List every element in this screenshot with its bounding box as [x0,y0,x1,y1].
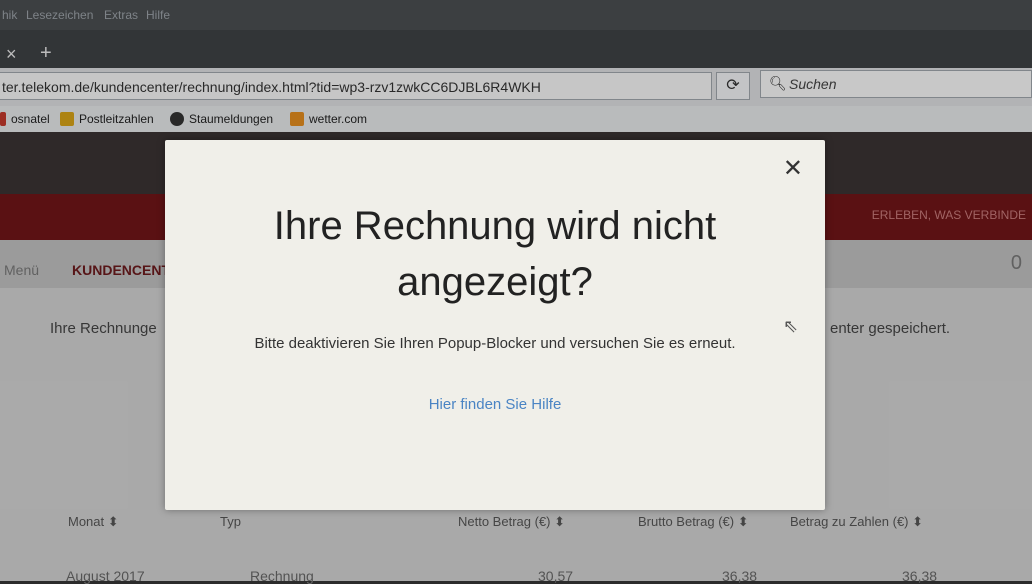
mouse-cursor-icon: ⇖ [783,316,799,336]
popup-blocker-dialog: ✕ Ihre Rechnung wird nicht angezeigt? Bi… [165,140,825,510]
dialog-title: Ihre Rechnung wird nicht angezeigt? [273,204,717,304]
dialog-message: Bitte deaktivieren Sie Ihren Popup-Block… [254,335,736,352]
close-icon[interactable]: ✕ [783,154,803,183]
help-link[interactable]: Hier finden Sie Hilfe [245,396,745,413]
